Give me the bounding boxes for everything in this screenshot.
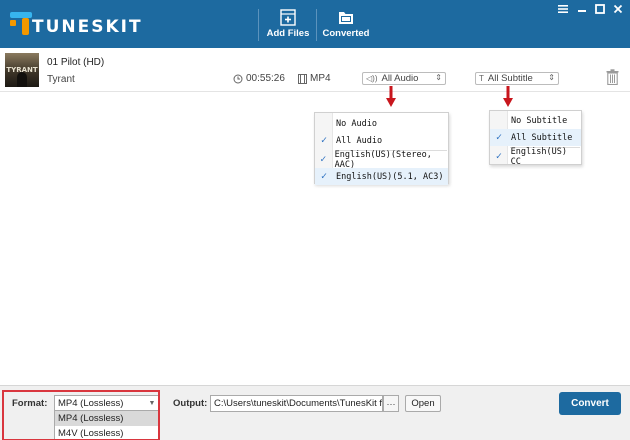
title-bar: TUNESKIT Add Files Converted (0, 0, 630, 48)
add-files-button[interactable]: Add Files (266, 9, 310, 43)
add-files-icon (280, 9, 296, 26)
subtitle-track-popup: No Subtitle ✓ All Subtitle ✓ English(US)… (489, 110, 582, 167)
audio-select[interactable]: ◁)) All Audio ⇕ (362, 72, 446, 85)
audio-icon: ◁)) (366, 74, 378, 83)
maximize-icon[interactable] (592, 2, 608, 16)
logo-mark-icon (6, 10, 36, 38)
video-thumbnail: TYRANT (5, 53, 39, 87)
duration: 00:55:26 (233, 73, 285, 84)
folder-icon (339, 12, 353, 24)
subtitle-select[interactable]: T All Subtitle ⇕ (475, 72, 559, 85)
menu-icon[interactable] (555, 2, 571, 16)
audio-track-popup: No Audio ✓ All Audio ✓ English(US)(Stere… (314, 112, 449, 185)
audio-select-value: All Audio (381, 73, 419, 84)
tuneskit-logo: TUNESKIT (6, 10, 143, 38)
bottom-bar: Format: MP4 (Lossless) ▼ MP4 (Lossless) … (0, 385, 630, 440)
check-icon: ✓ (495, 151, 502, 162)
text-icon: T (479, 74, 484, 83)
close-icon[interactable] (610, 2, 626, 16)
subtitle-select-value: All Subtitle (487, 73, 533, 84)
toolbar-divider (316, 9, 317, 41)
check-icon: ✓ (320, 154, 327, 165)
audio-option-stereo-aac[interactable]: ✓ English(US)(Stereo, AAC) (315, 150, 448, 170)
subtitle-option-english-cc[interactable]: ✓ English(US) CC (490, 147, 581, 167)
output-path-field[interactable]: C:\Users\tuneskit\Documents\TunesKit for… (210, 395, 383, 412)
converted-button[interactable]: Converted (322, 9, 370, 43)
open-button[interactable]: Open (405, 395, 441, 412)
convert-button[interactable]: Convert (559, 392, 621, 415)
logo-text: TUNESKIT (32, 17, 143, 37)
add-files-label: Add Files (266, 28, 310, 39)
annotation-highlight-box (2, 390, 160, 440)
trash-icon[interactable] (606, 69, 619, 85)
video-series: Tyrant (47, 74, 75, 85)
audio-option-no-audio[interactable]: No Audio (315, 115, 448, 132)
minimize-icon[interactable] (574, 2, 590, 16)
audio-option-51-ac3[interactable]: ✓ English(US)(5.1, AC3) (315, 168, 448, 185)
check-icon: ✓ (495, 132, 503, 143)
toolbar-divider (258, 9, 259, 41)
format-text: MP4 (310, 73, 331, 84)
annotation-arrow-icon (503, 86, 513, 107)
film-icon (298, 73, 307, 84)
output-path-text: C:\Users\tuneskit\Documents\TunesKit for… (214, 398, 383, 409)
check-icon: ✓ (320, 135, 328, 146)
annotation-arrow-icon (386, 86, 396, 107)
chevron-updown-icon: ⇕ (548, 73, 555, 82)
check-icon: ✓ (320, 171, 328, 182)
video-title: 01 Pilot (HD) (47, 57, 105, 68)
subtitle-option-all[interactable]: ✓ All Subtitle (490, 129, 581, 146)
browse-button[interactable]: ··· (383, 395, 399, 412)
chevron-updown-icon: ⇕ (435, 73, 442, 82)
output-label: Output: (173, 398, 208, 409)
clock-icon (233, 74, 243, 83)
video-list-item[interactable]: TYRANT 01 Pilot (HD) Tyrant 00:55:26 MP4… (0, 48, 630, 92)
converted-label: Converted (322, 28, 370, 39)
audio-option-all-audio[interactable]: ✓ All Audio (315, 132, 448, 149)
duration-text: 00:55:26 (246, 73, 285, 84)
subtitle-option-none[interactable]: No Subtitle (490, 112, 581, 129)
format-info: MP4 (298, 73, 331, 84)
